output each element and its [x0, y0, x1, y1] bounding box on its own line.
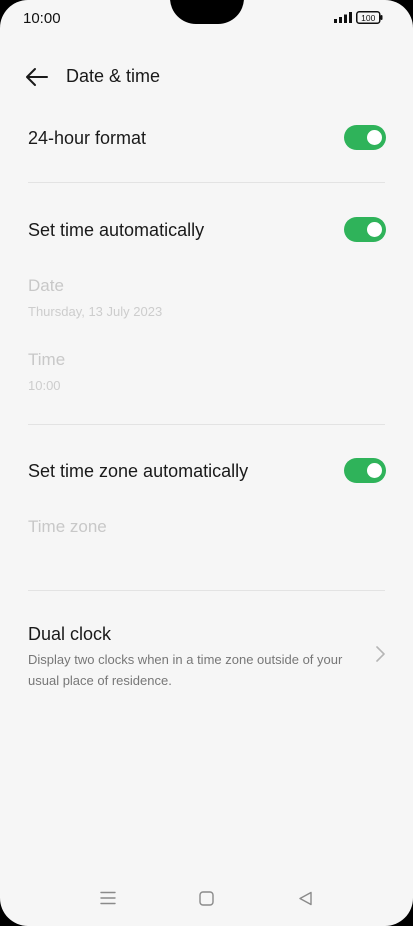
setting-auto-time[interactable]: Set time automatically: [0, 207, 413, 253]
divider: [28, 182, 385, 183]
dual-clock-label: Dual clock: [28, 624, 112, 644]
status-bar: 10:00 100: [0, 0, 413, 38]
date-value: Thursday, 13 July 2023: [28, 304, 163, 319]
setting-time-zone: Time zone: [0, 510, 413, 550]
header: Date & time: [0, 56, 413, 98]
camera-notch: [170, 0, 244, 24]
status-time: 10:00: [23, 10, 61, 27]
setting-auto-timezone[interactable]: Set time zone automatically: [0, 448, 413, 494]
screen: 10:00 100 Date & time 24-hour format Set…: [0, 0, 413, 926]
battery-icon: 100: [356, 11, 383, 24]
setting-label: 24-hour format: [28, 128, 147, 148]
setting-time: Time 10:00: [0, 344, 413, 400]
signal-icon: [334, 12, 352, 23]
arrow-left-icon[interactable]: [25, 67, 49, 87]
toggle-24-hour-format[interactable]: [344, 125, 386, 150]
toggle-knob: [367, 222, 382, 237]
divider: [28, 590, 385, 591]
setting-date: Date Thursday, 13 July 2023: [0, 270, 413, 326]
setting-24-hour-format[interactable]: 24-hour format: [0, 115, 413, 161]
time-value: 10:00: [28, 378, 61, 393]
setting-dual-clock[interactable]: Dual clock Display two clocks when in a …: [0, 612, 413, 692]
toggle-auto-timezone[interactable]: [344, 458, 386, 483]
date-label: Date: [28, 276, 64, 295]
toggle-knob: [367, 463, 382, 478]
menu-icon[interactable]: [100, 891, 116, 905]
page-title: Date & time: [66, 66, 161, 86]
home-icon[interactable]: [199, 891, 214, 906]
navigation-bar: [0, 885, 413, 915]
battery-level: 100: [361, 13, 375, 23]
chevron-right-icon: [376, 646, 385, 662]
setting-label: Set time zone automatically: [28, 461, 249, 481]
setting-label: Set time automatically: [28, 220, 205, 240]
back-triangle-icon[interactable]: [298, 891, 313, 906]
time-zone-label: Time zone: [28, 517, 107, 536]
divider: [28, 424, 385, 425]
toggle-auto-time[interactable]: [344, 217, 386, 242]
dual-clock-description: Display two clocks when in a time zone o…: [28, 652, 343, 688]
toggle-knob: [367, 130, 382, 145]
time-label: Time: [28, 350, 66, 369]
